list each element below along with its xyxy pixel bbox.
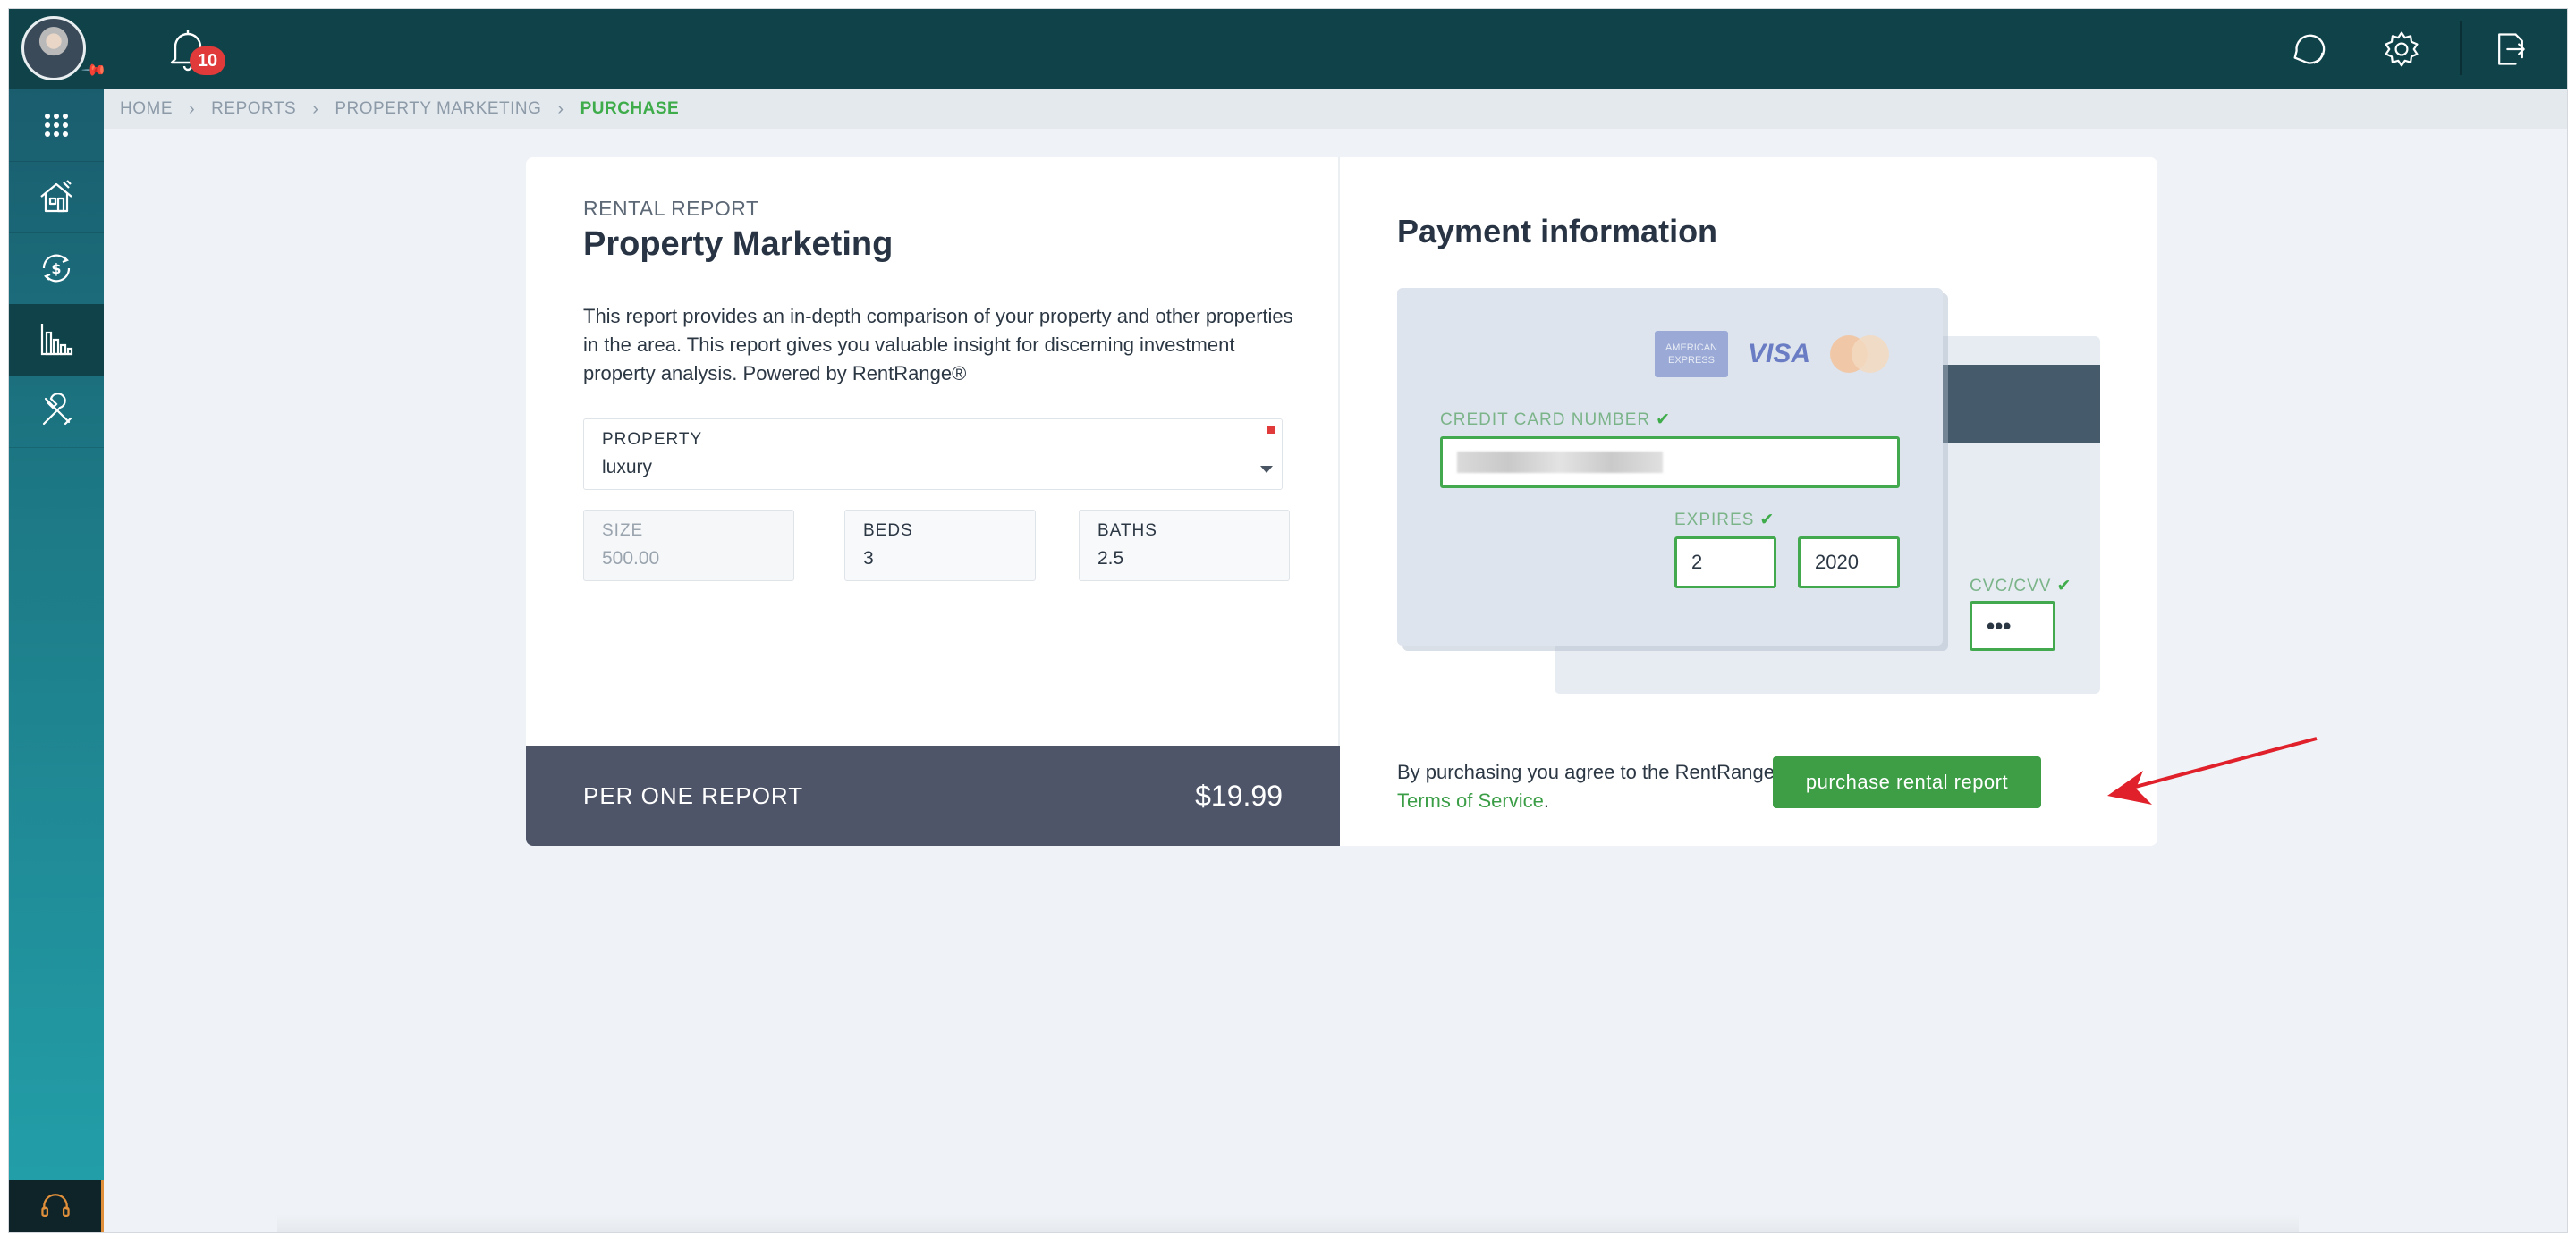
breadcrumb-property-marketing[interactable]: PROPERTY MARKETING bbox=[335, 99, 541, 119]
apps-grid-icon bbox=[45, 114, 68, 137]
payment-title: Payment information bbox=[1397, 213, 1718, 249]
cvc-input[interactable]: ••• bbox=[1970, 601, 2055, 651]
caret-down-icon bbox=[1260, 466, 1273, 473]
logout-button[interactable] bbox=[2488, 27, 2533, 72]
chat-button[interactable] bbox=[2286, 27, 2331, 72]
cvc-label-wrap: CVC/CVV ✔ bbox=[1970, 576, 2072, 596]
expires-year-input[interactable]: 2020 bbox=[1798, 536, 1900, 588]
payment-panel: Payment information CVC/CVV ✔ ••• AMERICA… bbox=[1340, 157, 2157, 846]
sidebar-item-finance[interactable]: $ bbox=[9, 232, 104, 305]
house-icon bbox=[40, 180, 72, 213]
cc-number-input[interactable] bbox=[1440, 436, 1900, 488]
price-bar: PER ONE REPORT $19.99 bbox=[526, 746, 1340, 846]
per-report-label: PER ONE REPORT bbox=[583, 781, 804, 809]
avatar[interactable] bbox=[21, 16, 86, 80]
annotation-arrow-icon bbox=[2107, 737, 2318, 805]
check-icon: ✔ bbox=[1759, 511, 1775, 529]
size-value: 500.00 bbox=[602, 548, 660, 569]
sidebar: 📌 $ bbox=[9, 9, 108, 1232]
size-field: SIZE 500.00 bbox=[583, 510, 794, 581]
settings-button[interactable] bbox=[2379, 27, 2424, 72]
purchase-report-button[interactable]: purchase rental report bbox=[1773, 756, 2041, 808]
purchase-card: RENTAL REPORT Property Marketing This re… bbox=[526, 157, 2157, 846]
support-button[interactable] bbox=[9, 1180, 104, 1232]
amex-logo: AMERICAN EXPRESS bbox=[1654, 331, 1728, 377]
cc-label-wrap: CREDIT CARD NUMBER ✔ bbox=[1440, 409, 1671, 430]
expires-label-wrap: EXPIRES ✔ bbox=[1674, 510, 1775, 530]
beds-field[interactable]: BEDS 3 bbox=[844, 510, 1036, 581]
masked-card-number bbox=[1457, 452, 1663, 473]
chat-icon bbox=[2293, 34, 2326, 64]
expires-month-input[interactable]: 2 bbox=[1674, 536, 1776, 588]
report-type-label: RENTAL REPORT bbox=[583, 197, 759, 220]
cc-number-label: CREDIT CARD NUMBER bbox=[1440, 410, 1651, 429]
visa-logo: VISA bbox=[1747, 339, 1810, 368]
logout-icon bbox=[2498, 33, 2525, 65]
check-icon: ✔ bbox=[1656, 410, 1672, 429]
report-description: This report provides an in-depth compari… bbox=[583, 305, 1293, 384]
chevron-right-icon: › bbox=[312, 98, 319, 119]
tools-icon bbox=[42, 393, 72, 426]
sidebar-header: 📌 bbox=[9, 9, 108, 89]
card-brands: AMERICAN EXPRESS VISA bbox=[1654, 331, 1889, 377]
baths-field[interactable]: BATHS 2.5 bbox=[1079, 510, 1290, 581]
dollar-cycle-icon: $ bbox=[42, 254, 71, 283]
sidebar-item-apps[interactable] bbox=[9, 89, 104, 162]
breadcrumb: HOME › REPORTS › PROPERTY MARKETING › PU… bbox=[104, 89, 2567, 129]
sidebar-item-reports[interactable] bbox=[9, 304, 104, 376]
terms-link[interactable]: Terms of Service bbox=[1397, 789, 1544, 812]
top-bar: 10 bbox=[104, 9, 2567, 89]
beds-label: BEDS bbox=[863, 521, 913, 540]
headset-icon bbox=[40, 1194, 70, 1218]
breadcrumb-home[interactable]: HOME bbox=[120, 99, 173, 119]
bar-chart-icon bbox=[40, 324, 73, 356]
chevron-right-icon: › bbox=[189, 98, 196, 119]
sidebar-item-tools[interactable] bbox=[9, 376, 104, 448]
card-front-illustration: AMERICAN EXPRESS VISA CREDIT CARD NUMBER… bbox=[1397, 288, 1943, 646]
report-price: $19.99 bbox=[1195, 779, 1283, 812]
beds-value: 3 bbox=[863, 548, 874, 569]
topbar-divider bbox=[2460, 21, 2462, 75]
cvc-label: CVC/CVV bbox=[1970, 577, 2052, 595]
chevron-right-icon: › bbox=[557, 98, 564, 119]
property-select[interactable]: PROPERTY luxury bbox=[583, 418, 1283, 490]
sidebar-item-properties[interactable] bbox=[9, 161, 104, 233]
svg-text:$: $ bbox=[51, 260, 61, 277]
report-details-panel: RENTAL REPORT Property Marketing This re… bbox=[526, 157, 1340, 846]
app-frame: 📌 $ 10 HOME › REPORTS › PROPERTY MARKETI… bbox=[8, 8, 2568, 1233]
agree-text: By purchasing you agree to the RentRange bbox=[1397, 761, 1775, 783]
size-label: SIZE bbox=[602, 521, 644, 540]
breadcrumb-reports[interactable]: REPORTS bbox=[211, 99, 296, 119]
property-label: PROPERTY bbox=[602, 430, 703, 449]
baths-label: BATHS bbox=[1097, 521, 1157, 540]
property-value: luxury bbox=[602, 457, 653, 477]
period: . bbox=[1543, 789, 1549, 812]
terms-agreement: By purchasing you agree to the RentRange… bbox=[1397, 758, 1775, 815]
bottom-shadow bbox=[277, 1214, 2299, 1232]
baths-value: 2.5 bbox=[1097, 548, 1124, 569]
breadcrumb-purchase: PURCHASE bbox=[580, 99, 680, 118]
notification-count-badge: 10 bbox=[190, 46, 225, 75]
expires-label: EXPIRES bbox=[1674, 511, 1755, 529]
gear-icon bbox=[2385, 31, 2419, 67]
required-marker bbox=[1267, 426, 1275, 434]
check-icon: ✔ bbox=[2056, 577, 2072, 595]
mastercard-logo bbox=[1830, 335, 1889, 373]
report-title: Property Marketing bbox=[583, 225, 894, 263]
